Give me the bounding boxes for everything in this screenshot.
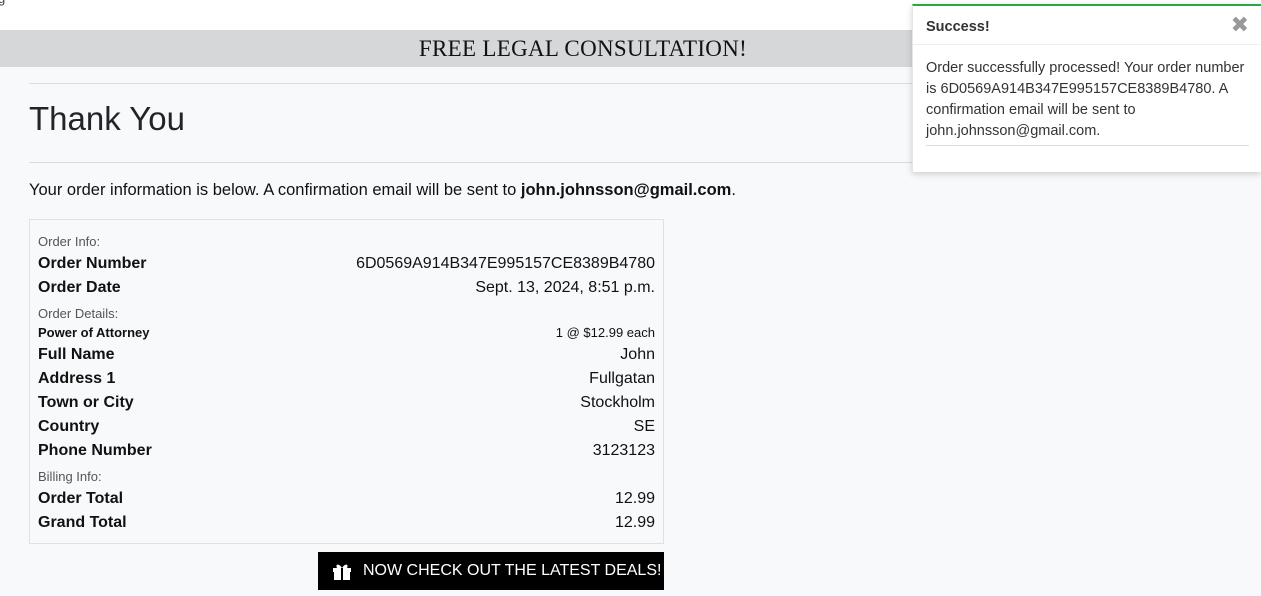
order-date-label: Order Date [38,279,121,296]
town-value: Stockholm [580,394,655,411]
country-row: Country SE [38,418,655,436]
order-number-label: Order Number [38,255,147,272]
full-name-value: John [620,346,655,363]
product-name: Power of Attorney [38,325,150,340]
country-value: SE [633,418,655,435]
phone-label: Phone Number [38,442,152,459]
latest-deals-button[interactable]: NOW CHECK OUT THE LATEST DEALS! [318,552,664,590]
town-label: Town or City [38,394,134,411]
page-title: Thank You [29,100,185,137]
section-order-details: Order Details: [38,306,119,321]
section-billing-info: Billing Info: [38,469,102,484]
order-date-row: Order Date Sept. 13, 2024, 8:51 p.m. [38,279,655,297]
town-row: Town or City Stockholm [38,394,655,412]
order-number-value: 6D0569A914B347E995157CE8389B4780 [356,255,655,272]
full-name-label: Full Name [38,346,115,363]
toast-title: Success! [926,19,990,35]
success-toast: Success! ✖ Order successfully processed!… [912,4,1261,172]
address-label: Address 1 [38,370,116,387]
grand-total-label: Grand Total [38,514,127,531]
address-row: Address 1 Fullgatan [38,370,655,388]
page: g FREE LEGAL CONSULTATION! Thank You You… [0,0,1261,596]
order-total-value: 12.99 [614,490,655,507]
product-row: Power of Attorney 1 @ $12.99 each [38,325,655,340]
phone-value: 3123123 [592,442,655,459]
phone-row: Phone Number 3123123 [38,442,655,460]
order-date-value: Sept. 13, 2024, 8:51 p.m. [475,279,655,296]
order-total-label: Order Total [38,490,124,507]
latest-deals-label: NOW CHECK OUT THE LATEST DEALS! [363,562,662,579]
intro-email: john.johnsson@gmail.com [520,181,732,199]
close-icon[interactable]: ✖ [1231,14,1249,36]
section-order-info: Order Info: [38,234,101,249]
order-total-row: Order Total 12.99 [38,490,655,508]
intro-text: Your order information is below. A confi… [29,181,736,200]
address-value: Fullgatan [589,370,655,387]
grand-total-value: 12.99 [614,514,655,531]
full-name-row: Full Name John [38,346,655,364]
intro-prefix: Your order information is below. A confi… [29,181,521,199]
country-label: Country [38,418,100,435]
gift-icon [332,562,352,580]
toast-header-divider [913,44,1261,45]
toast-message: Order successfully processed! Your order… [926,60,1245,139]
intro-suffix: . [731,181,736,199]
order-summary-card: Order Info: Order Number 6D0569A914B347E… [29,219,664,544]
product-quantity: 1 @ $12.99 each [555,325,655,340]
order-number-row: Order Number 6D0569A914B347E995157CE8389… [38,255,655,273]
grand-total-row: Grand Total 12.99 [38,514,655,532]
top-cut-text: g [0,0,5,6]
toast-footer-divider [926,145,1249,146]
promo-banner-text: FREE LEGAL CONSULTATION! [418,35,748,61]
